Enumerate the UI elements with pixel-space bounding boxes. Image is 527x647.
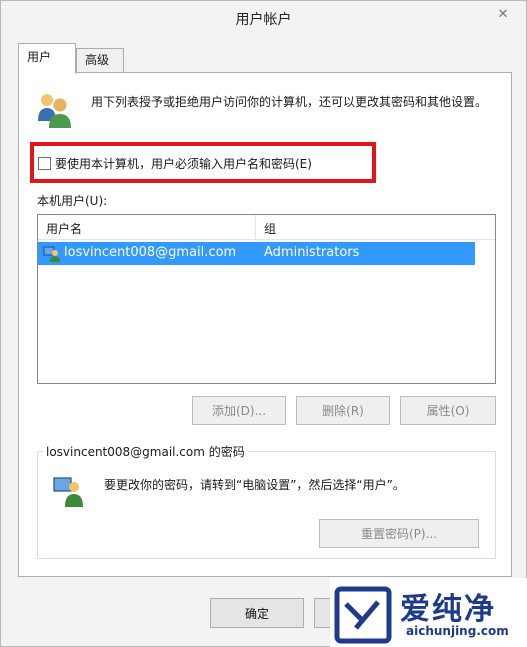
ok-button[interactable]: 确定 <box>210 598 304 628</box>
password-group-legend: losvincent008@gmail.com 的密码 <box>43 443 248 460</box>
watermark-logo-icon <box>334 586 392 644</box>
properties-button[interactable]: 属性(O) <box>400 396 496 425</box>
user-name-cell: losvincent008@gmail.com <box>64 245 237 260</box>
password-instructions: 要更改你的密码，请转到“电脑设置”，然后选择“用户”。 <box>104 478 405 492</box>
users-icon <box>38 94 71 128</box>
list-header: 用户名 组 <box>38 215 495 240</box>
users-tab-panel: 用下列表授予或拒绝用户访问你的计算机，还可以更改其密码和其他设置。 要使用本计算… <box>18 72 512 577</box>
local-users-label: 本机用户(U): <box>37 194 108 208</box>
watermark-url: aichunjing.com <box>406 624 509 638</box>
title-bar: 用户帐户 ✕ <box>1 1 526 37</box>
local-users-list[interactable]: 用户名 组 losvincent008@gmail.com Administra… <box>37 214 496 384</box>
close-icon: ✕ <box>497 6 509 22</box>
user-password-icon <box>53 477 83 507</box>
column-divider[interactable] <box>255 215 256 240</box>
user-icon <box>43 246 60 262</box>
watermark: 爱纯净 aichunjing.com <box>330 578 527 647</box>
user-group-cell: Administrators <box>264 245 360 260</box>
window-title: 用户帐户 <box>235 12 292 28</box>
intro-text: 用下列表授予或拒绝用户访问你的计算机，还可以更改其密码和其他设置。 <box>91 95 488 109</box>
reset-password-button[interactable]: 重置密码(P)... <box>319 519 479 548</box>
tab-advanced[interactable]: 高级 <box>76 48 124 73</box>
watermark-text: 爱纯净 <box>400 592 496 627</box>
password-group: losvincent008@gmail.com 的密码 要更改你的密码，请转到“… <box>37 443 496 559</box>
table-row[interactable]: losvincent008@gmail.com Administrators <box>38 242 475 265</box>
add-user-button[interactable]: 添加(D)... <box>192 396 286 425</box>
require-login-option[interactable]: 要使用本计算机，用户必须输入用户名和密码(E) <box>38 155 312 172</box>
require-login-checkbox[interactable] <box>38 157 51 170</box>
user-accounts-window: 用户帐户 ✕ 用户 高级 用下列表授予或拒绝用户访问你的计算机，还可以更改其密码… <box>0 0 527 647</box>
column-header-group[interactable]: 组 <box>264 220 276 237</box>
require-login-label: 要使用本计算机，用户必须输入用户名和密码(E) <box>55 157 312 171</box>
close-button[interactable]: ✕ <box>490 3 516 25</box>
remove-user-button[interactable]: 删除(R) <box>296 396 390 425</box>
tab-users[interactable]: 用户 <box>18 43 76 74</box>
column-header-username[interactable]: 用户名 <box>46 220 82 237</box>
